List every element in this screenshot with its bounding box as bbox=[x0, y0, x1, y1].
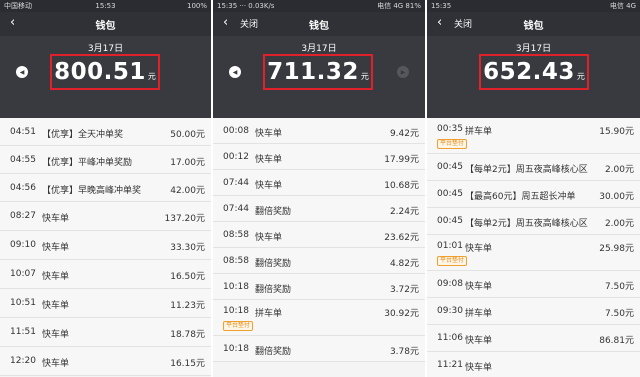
list-item[interactable]: 01:01 快车单 25.98元 平台垫付 bbox=[427, 235, 640, 271]
wallet-screen-1: 中国移动 15:53 100% ‹ 钱包 3月17日 ◀ 800.51 元 04… bbox=[0, 0, 211, 377]
status-bar: 15:35 电信 4G bbox=[427, 0, 640, 12]
list-item[interactable]: 10:18 拼车单 30.92元 平台垫付 bbox=[213, 300, 425, 336]
status-time: 15:53 bbox=[95, 2, 116, 10]
currency-unit: 元 bbox=[360, 72, 369, 81]
status-carrier: 中国移动 bbox=[4, 2, 32, 10]
list-item[interactable]: 00:35 拼车单 15.90元 平台垫付 bbox=[427, 118, 640, 154]
list-item[interactable]: 08:27 快车单 137.20元 bbox=[0, 202, 211, 231]
list-item[interactable]: 00:12 快车单 17.99元 bbox=[213, 144, 425, 170]
list-item[interactable]: 00:45 【最高60元】周五超长冲单 30.00元 bbox=[427, 181, 640, 208]
list-item[interactable]: 10:18 翻倍奖励 3.78元 bbox=[213, 336, 425, 362]
daily-summary: 3月17日 652.43 元 bbox=[427, 36, 640, 118]
status-bar: 15:35 ··· 0.03K/s 电信 4G 81% bbox=[213, 0, 425, 12]
status-time: 15:35 ··· 0.03K/s bbox=[217, 2, 275, 10]
daily-total-amount: 652.43 bbox=[483, 59, 575, 85]
wallet-screen-2: 15:35 ··· 0.03K/s 电信 4G 81% ‹ 关闭 钱包 3月17… bbox=[213, 0, 425, 377]
daily-total-box: 800.51 元 bbox=[50, 54, 160, 90]
daily-total-amount: 711.32 bbox=[267, 59, 359, 85]
list-item[interactable]: 07:44 快车单 10.68元 bbox=[213, 170, 425, 196]
currency-unit: 元 bbox=[576, 72, 585, 81]
page-title: 钱包 bbox=[309, 21, 329, 32]
daily-total-box: 711.32 元 bbox=[263, 54, 373, 90]
list-item[interactable]: 09:08 快车单 7.50元 bbox=[427, 271, 640, 298]
transaction-list: 00:35 拼车单 15.90元 平台垫付 00:45 【每单2元】周五夜高峰核心区 2.… bbox=[427, 118, 640, 377]
platform-advance-badge: 平台垫付 bbox=[437, 139, 468, 149]
list-item[interactable]: 10:51 快车单 11.23元 bbox=[0, 289, 211, 318]
date-label: 3月17日 bbox=[301, 44, 337, 54]
status-battery: 100% bbox=[186, 2, 207, 10]
nav-bar: ‹ 钱包 bbox=[0, 12, 211, 36]
date-label: 3月17日 bbox=[87, 44, 124, 54]
list-item[interactable]: 10:07 快车单 16.50元 bbox=[0, 260, 211, 289]
status-battery: 电信 4G 81% bbox=[377, 2, 421, 10]
transaction-list: 04:51 【优享】全天冲单奖 50.00元 04:55 【优享】平峰冲单奖励 17.0… bbox=[0, 118, 211, 376]
list-item[interactable]: 11:06 快车单 86.81元 bbox=[427, 325, 640, 352]
daily-summary: 3月17日 ◀ 800.51 元 bbox=[0, 36, 211, 118]
page-title: 钱包 bbox=[95, 21, 116, 32]
list-item[interactable]: 09:30 拼车单 7.50元 bbox=[427, 298, 640, 325]
daily-total-box: 652.43 元 bbox=[479, 54, 589, 90]
list-item[interactable]: 11:51 快车单 18.78元 bbox=[0, 318, 211, 347]
transaction-list: 00:08 快车单 9.42元 00:12 快车单 17.99元 07:44 快车单 10.… bbox=[213, 118, 425, 362]
date-label: 3月17日 bbox=[515, 44, 552, 54]
nav-bar: ‹ 关闭 钱包 bbox=[213, 12, 425, 36]
platform-advance-badge: 平台垫付 bbox=[223, 321, 254, 331]
list-item[interactable]: 12:20 快车单 16.15元 bbox=[0, 347, 211, 376]
list-item[interactable]: 08:58 翻倍奖励 4.82元 bbox=[213, 248, 425, 274]
list-item[interactable]: 08:58 快车单 23.62元 bbox=[213, 222, 425, 248]
currency-unit: 元 bbox=[147, 72, 156, 81]
list-item[interactable]: 11:21 快车单 bbox=[427, 352, 640, 377]
daily-summary: 3月17日 ◀ 711.32 元 ▶ bbox=[213, 36, 425, 118]
status-bar: 中国移动 15:53 100% bbox=[0, 0, 211, 12]
wallet-screen-3: 15:35 电信 4G ‹ 关闭 钱包 3月17日 652.43 元 00:35… bbox=[427, 0, 640, 377]
list-item[interactable]: 04:56 【优享】早晚高峰冲单奖 42.00元 bbox=[0, 174, 211, 202]
list-item[interactable]: 00:08 快车单 9.42元 bbox=[213, 118, 425, 144]
list-item[interactable]: 09:10 快车单 33.30元 bbox=[0, 231, 211, 260]
platform-advance-badge: 平台垫付 bbox=[437, 256, 468, 266]
list-item[interactable]: 04:51 【优享】全天冲单奖 50.00元 bbox=[0, 118, 211, 146]
list-item[interactable]: 00:45 【每单2元】周五夜高峰核心区 2.00元 bbox=[427, 154, 640, 181]
status-time: 15:35 bbox=[431, 2, 452, 10]
list-item[interactable]: 00:45 【每单2元】周五夜高峰核心区 2.00元 bbox=[427, 208, 640, 235]
screenshot-collage: 中国移动 15:53 100% ‹ 钱包 3月17日 ◀ 800.51 元 04… bbox=[0, 0, 640, 377]
daily-total-amount: 800.51 bbox=[54, 59, 146, 85]
list-item[interactable]: 07:44 翻倍奖励 2.24元 bbox=[213, 196, 425, 222]
next-day-icon[interactable]: ▶ bbox=[397, 66, 409, 78]
nav-bar: ‹ 关闭 钱包 bbox=[427, 12, 640, 36]
prev-day-icon[interactable]: ◀ bbox=[16, 66, 28, 78]
list-item[interactable]: 10:18 翻倍奖励 3.72元 bbox=[213, 274, 425, 300]
list-item[interactable]: 04:55 【优享】平峰冲单奖励 17.00元 bbox=[0, 146, 211, 174]
prev-day-icon[interactable]: ◀ bbox=[229, 66, 241, 78]
page-title: 钱包 bbox=[523, 21, 544, 32]
status-network: 电信 4G bbox=[609, 2, 636, 10]
